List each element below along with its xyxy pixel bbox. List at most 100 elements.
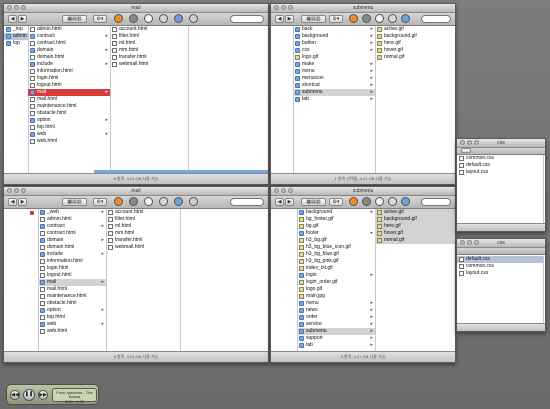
file-item[interactable]: top.html xyxy=(38,314,106,321)
folder-item[interactable]: service ▸ xyxy=(297,321,375,328)
file-item[interactable]: background.gif xyxy=(375,33,455,40)
folder-item[interactable]: shortcut ▸ xyxy=(293,82,375,89)
folder-item[interactable]: include ▸ xyxy=(38,251,106,258)
app-icon[interactable] xyxy=(401,14,410,23)
app-icon[interactable] xyxy=(174,197,183,206)
file-item[interactable]: index_txt.gif xyxy=(297,265,375,272)
back-button[interactable]: ◀ xyxy=(8,198,17,206)
app-icon[interactable] xyxy=(159,197,168,206)
view-switcher[interactable]: ▦▤▥ xyxy=(62,15,87,23)
back-button[interactable]: ◀ xyxy=(275,15,284,23)
action-menu-button[interactable]: ⚙▾ xyxy=(329,15,343,23)
file-item[interactable]: top.html xyxy=(28,124,110,131)
app-icon[interactable] xyxy=(189,14,198,23)
app-icon[interactable] xyxy=(159,14,168,23)
file-item[interactable]: ml.html xyxy=(106,223,180,230)
folder-item[interactable]: background ▸ xyxy=(297,209,375,216)
back-button[interactable] xyxy=(461,148,471,153)
file-item[interactable]: webmail.html xyxy=(106,244,180,251)
folder-item[interactable]: _web ▸ xyxy=(38,209,106,216)
file-item[interactable]: maintenance.html xyxy=(38,293,106,300)
app-icon[interactable] xyxy=(388,14,397,23)
firefox-icon[interactable] xyxy=(114,197,123,206)
browser-column[interactable]: active.gif background.gif here.gif hover.gi… xyxy=(375,26,455,174)
folder-item[interactable]: web ▸ xyxy=(28,131,110,138)
folder-item[interactable]: login ▸ xyxy=(297,272,375,279)
app-icon[interactable] xyxy=(129,14,138,23)
file-item[interactable]: logo.gif xyxy=(293,54,375,61)
app-icon[interactable] xyxy=(401,197,410,206)
folder-item[interactable]: menuicon ▸ xyxy=(293,75,375,82)
file-item[interactable]: active.gif xyxy=(375,26,455,33)
file-item[interactable]: mm.html xyxy=(106,230,180,237)
file-item[interactable]: active.gif xyxy=(375,209,455,216)
app-icon[interactable] xyxy=(362,197,371,206)
app-icon[interactable] xyxy=(174,14,183,23)
file-item[interactable]: layout.css xyxy=(457,169,543,176)
finder-window-mail-top[interactable]: mail ◀ ▶ ▦▤▥ ⚙▾ _top admin top admin.html co… xyxy=(3,3,269,185)
file-item[interactable]: ml.html xyxy=(110,40,188,47)
file-item[interactable]: logout.html xyxy=(28,82,110,89)
file-item[interactable]: bg.gif xyxy=(297,223,375,230)
view-switcher[interactable]: ▦▤▥ xyxy=(301,198,326,206)
forward-button[interactable]: ▶ xyxy=(18,15,27,23)
file-item[interactable]: mail.html xyxy=(28,96,110,103)
file-item[interactable]: hover.gif xyxy=(375,230,455,237)
folder-item[interactable]: menu ▸ xyxy=(293,68,375,75)
file-item[interactable]: information.html xyxy=(38,258,106,265)
search-field[interactable] xyxy=(421,198,451,206)
forward-button[interactable]: ▶ xyxy=(285,15,294,23)
file-item[interactable]: mm.html xyxy=(110,47,188,54)
file-item[interactable]: h3_bg_blue_icon.gif xyxy=(297,244,375,251)
play-pause-button[interactable]: ❚❚ xyxy=(23,389,35,401)
file-item[interactable]: main.jpg xyxy=(297,293,375,300)
folder-item[interactable]: menu ▸ xyxy=(297,300,375,307)
file-item[interactable]: maintenance.html xyxy=(28,103,110,110)
forward-button[interactable]: ▶ xyxy=(18,198,27,206)
file-item[interactable]: login.html xyxy=(28,75,110,82)
folder-item[interactable]: domain ▸ xyxy=(38,237,106,244)
finder-window-submenu-top[interactable]: submenu ◀ ▶ ▦▤▥ ⚙▾ back ▸ background ▸ butto… xyxy=(270,3,456,185)
file-item[interactable] xyxy=(4,209,38,216)
file-item[interactable]: h3_bg_blue.gif xyxy=(297,251,375,258)
search-field[interactable] xyxy=(230,15,264,23)
file-item[interactable]: bg_footer.gif xyxy=(297,216,375,223)
app-icon[interactable] xyxy=(144,197,153,206)
finder-window-mail-bottom[interactable]: mail ◀ ▶ ▦▤▥ ⚙▾ _web ▸ admin.html contract ▸… xyxy=(3,186,269,363)
folder-item[interactable]: contract ▸ xyxy=(28,33,110,40)
file-item[interactable]: nomal.gif xyxy=(375,237,455,244)
file-item[interactable]: contract.html xyxy=(28,40,110,47)
file-item[interactable]: web.html xyxy=(38,328,106,335)
browser-column[interactable]: account.html filter.html ml.html mm.html tra… xyxy=(106,209,181,352)
view-switcher[interactable]: ▦▤▥ xyxy=(62,198,87,206)
app-icon[interactable] xyxy=(189,197,198,206)
search-field[interactable] xyxy=(421,15,451,23)
search-field[interactable] xyxy=(230,198,264,206)
file-item[interactable]: filter.html xyxy=(106,216,180,223)
file-item[interactable]: domain.html xyxy=(28,54,110,61)
file-item[interactable]: login.html xyxy=(38,265,106,272)
file-item[interactable]: obstacle.html xyxy=(38,300,106,307)
firefox-icon[interactable] xyxy=(114,14,123,23)
file-item[interactable]: account.html xyxy=(110,26,188,33)
folder-item[interactable]: tab ▸ xyxy=(293,96,375,103)
folder-item[interactable]: web ▸ xyxy=(38,321,106,328)
file-item[interactable]: logo.gif xyxy=(297,286,375,293)
file-item[interactable]: transfer.html xyxy=(106,237,180,244)
browser-column[interactable]: active.gif background.gif here.gif hover.gi… xyxy=(375,209,455,352)
folder-item[interactable]: option ▸ xyxy=(28,117,110,124)
folder-item[interactable]: top xyxy=(4,40,28,47)
browser-column[interactable]: default.css common.css layout.css xyxy=(457,256,544,323)
file-item[interactable]: admin.html xyxy=(38,216,106,223)
file-item[interactable]: filter.html xyxy=(110,33,188,40)
app-icon[interactable] xyxy=(375,197,384,206)
file-item[interactable]: nomal.gif xyxy=(375,54,455,61)
action-menu-button[interactable]: ⚙▾ xyxy=(329,198,343,206)
file-item[interactable]: domain.html xyxy=(38,244,106,251)
folder-item[interactable]: admin xyxy=(4,33,28,40)
folder-item[interactable]: contract ▸ xyxy=(38,223,106,230)
finder-window-css-top[interactable]: css common.css default.css layout.css xyxy=(456,138,546,232)
finder-window-css-bottom[interactable]: css default.css common.css layout.css xyxy=(456,238,546,332)
file-item[interactable]: h3_bg.gif xyxy=(297,237,375,244)
folder-item[interactable]: include ▸ xyxy=(28,61,110,68)
